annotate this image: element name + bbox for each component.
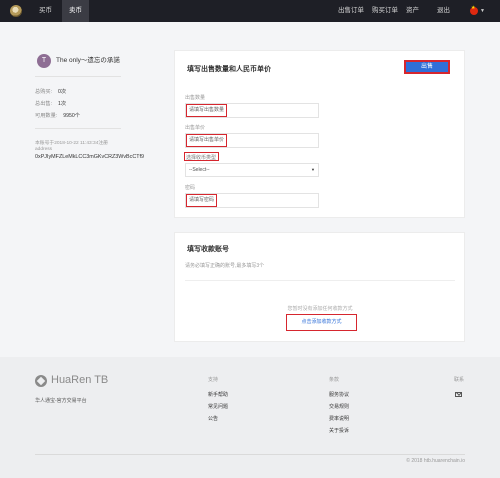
quantity-label: 出售数量	[185, 95, 206, 101]
footer-link-agreement[interactable]: 服务协议	[329, 391, 349, 398]
nav-assets[interactable]: 资产	[399, 0, 426, 22]
footer-link-fees[interactable]: 费率说明	[329, 415, 349, 422]
quantity-input[interactable]: 请填写出售数量	[185, 103, 319, 118]
quantity-placeholder: 请填写出售数量	[186, 104, 228, 117]
footer-link-notice[interactable]: 公告	[208, 415, 218, 422]
address-label: address	[35, 147, 53, 152]
footer-link-rules[interactable]: 交易规则	[329, 403, 349, 410]
price-label: 出售单价	[185, 125, 206, 131]
nav-buy[interactable]: 买币	[32, 0, 59, 22]
footer-link-faq[interactable]: 常见问题	[208, 403, 228, 410]
footer-link-help[interactable]: 新手帮助	[208, 391, 228, 398]
price-input[interactable]: 请填写出售单价	[185, 133, 319, 148]
stat-total-buy: 总购买: 0次	[35, 89, 67, 95]
divider	[185, 280, 455, 281]
password-label: 密码	[185, 185, 196, 191]
password-input[interactable]: 请填写密码	[185, 193, 319, 208]
user-name: The only～遗忘の承諾	[56, 57, 120, 64]
footer-link-complaints[interactable]: 关于投诉	[329, 427, 349, 434]
currency-type-select[interactable]: --Select-- ▼	[185, 163, 319, 177]
currency-type-value: --Select--	[189, 167, 210, 173]
nav-sell[interactable]: 卖币	[62, 0, 89, 22]
sell-form-title: 填写出售数量和人民币单价	[187, 66, 271, 73]
contact-heading: 联系	[454, 377, 465, 383]
divider	[35, 76, 121, 77]
footer-tagline: 华人通宝-官方交易平台	[35, 398, 87, 404]
support-heading: 支持	[208, 377, 219, 383]
divider	[35, 128, 121, 129]
brand-logo-icon	[35, 375, 47, 387]
add-payment-link[interactable]: 点击添加收款方式	[286, 314, 357, 331]
register-note: 本账号于2018-10-22 11:43:34注册	[35, 141, 108, 146]
password-placeholder: 请填写密码	[186, 194, 218, 207]
avatar: T	[37, 54, 51, 68]
chevron-down-icon: ▼	[311, 167, 315, 172]
footer: HuaRen TB 华人通宝-官方交易平台 支持 新手帮助 常见问题 公告 条款…	[0, 357, 500, 478]
logo-icon[interactable]	[10, 5, 22, 17]
chevron-down-icon[interactable]: ▼	[480, 8, 485, 14]
wallet-address: 0xPJIyMFZLeMkLCC3mGKvCRZ3WvBcCTf9	[35, 154, 145, 160]
mail-icon[interactable]	[455, 392, 462, 397]
copyright: © 2018 htb.huarenchain.io	[406, 458, 465, 464]
sell-button[interactable]: 出售	[404, 60, 450, 74]
price-placeholder: 请填写出售单价	[186, 134, 228, 147]
stat-available: 可用数量: 9950个	[35, 113, 80, 119]
top-navbar: 买币 卖币 出售订单 购买订单 资产 退出 ▼	[0, 0, 500, 22]
footer-divider	[35, 454, 465, 455]
stat-total-sell: 总出售: 1次	[35, 101, 67, 107]
footer-brand: HuaRen TB	[51, 374, 109, 386]
payment-title: 填写收款账号	[187, 246, 229, 253]
user-header: T The only～遗忘の承諾	[35, 50, 150, 72]
no-payment-note: 您暂时没有添加任何收款方式	[287, 306, 353, 312]
service-heading: 条款	[329, 377, 340, 383]
payment-hint: 请务必填写正确的账号,最多填写3个	[185, 263, 265, 269]
currency-type-label: 选择收币类型	[186, 155, 217, 161]
nav-logout[interactable]: 退出	[430, 0, 457, 22]
china-flag-icon[interactable]	[470, 5, 478, 15]
